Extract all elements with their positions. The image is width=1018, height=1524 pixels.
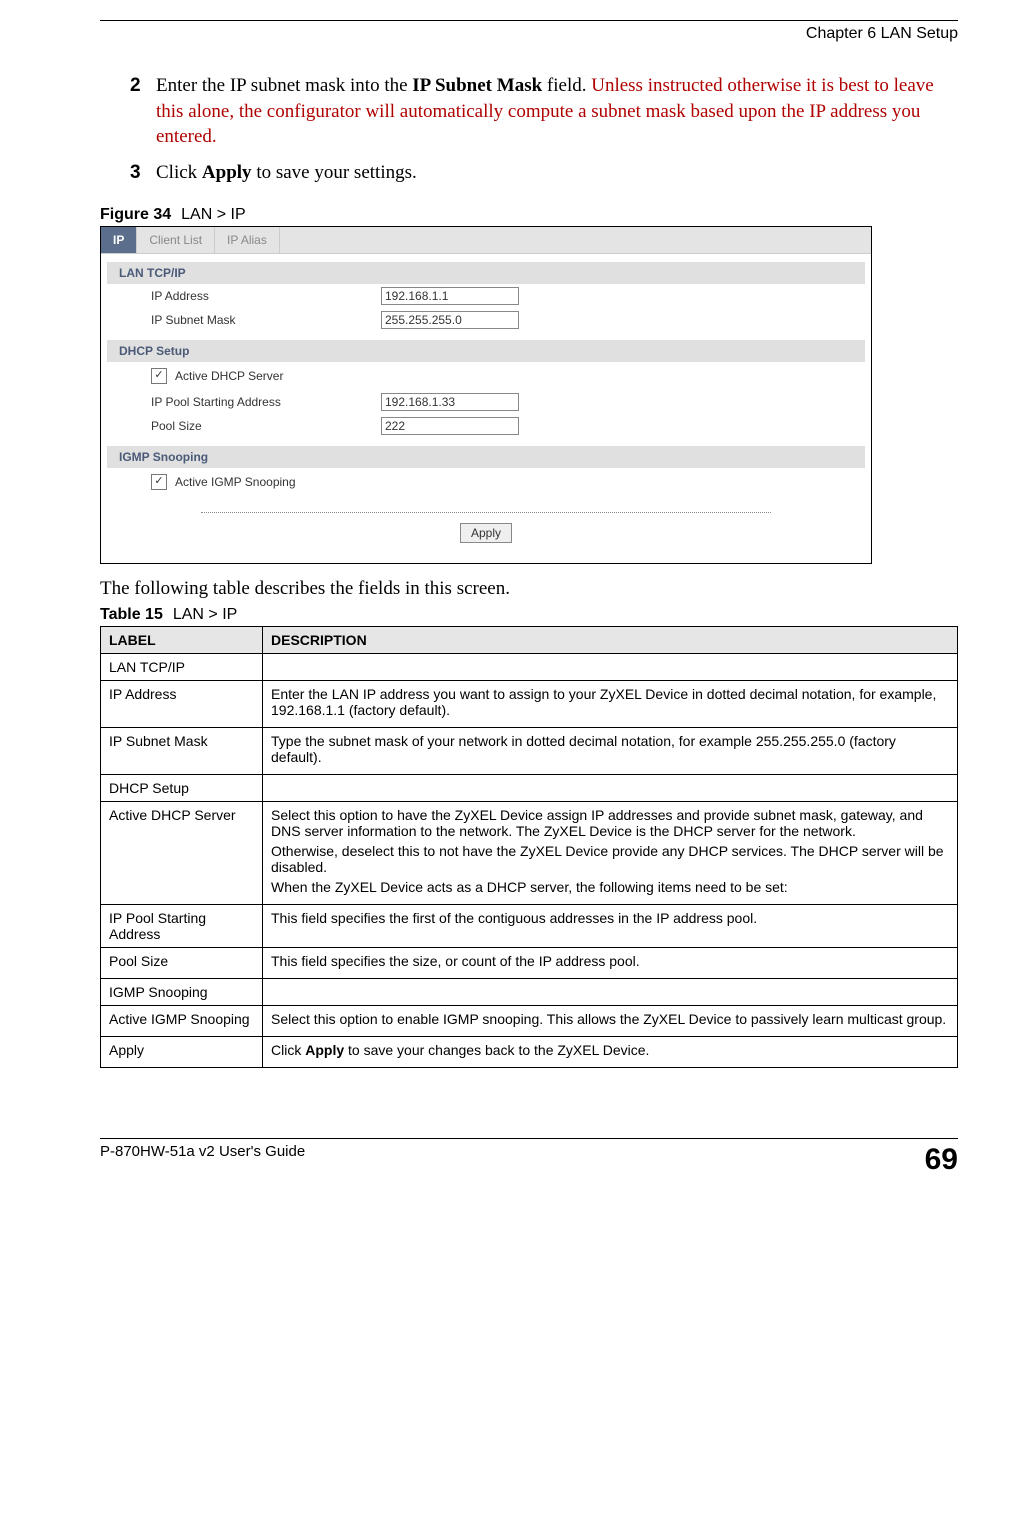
input-ip-subnet-mask[interactable]: 255.255.255.0	[381, 311, 519, 329]
cell-label: Active IGMP Snooping	[101, 1005, 263, 1036]
cell-description: Click Apply to save your changes back to…	[263, 1036, 958, 1067]
tab-bar: IP Client List IP Alias	[101, 227, 871, 254]
input-ip-pool-start[interactable]: 192.168.1.33	[381, 393, 519, 411]
cell-description: Type the subnet mask of your network in …	[263, 727, 958, 774]
table-row: LAN TCP/IP	[101, 653, 958, 680]
cell-description: Select this option to have the ZyXEL Dev…	[263, 801, 958, 904]
table-title: LAN > IP	[173, 606, 237, 623]
apply-button[interactable]: Apply	[460, 523, 512, 543]
step-text-pre: Enter the IP subnet mask into the	[156, 75, 412, 96]
figure-title: LAN > IP	[181, 206, 245, 223]
cell-label: IP Address	[101, 680, 263, 727]
step-text-mid: to save your settings.	[252, 162, 417, 183]
checkbox-active-dhcp[interactable]: ✓	[151, 368, 167, 384]
cell-label: LAN TCP/IP	[101, 653, 263, 680]
table-row: IP AddressEnter the LAN IP address you w…	[101, 680, 958, 727]
step-number: 2	[130, 73, 156, 150]
post-figure-text: The following table describes the fields…	[100, 578, 958, 600]
cell-label: Pool Size	[101, 947, 263, 978]
label-active-dhcp: Active DHCP Server	[175, 369, 283, 383]
footer-page-number: 69	[925, 1143, 958, 1177]
cell-label: IGMP Snooping	[101, 978, 263, 1005]
figure-number: Figure 34	[100, 206, 171, 223]
cell-label: Active DHCP Server	[101, 801, 263, 904]
th-label: LABEL	[101, 626, 263, 653]
cell-description: Enter the LAN IP address you want to ass…	[263, 680, 958, 727]
table-row: ApplyClick Apply to save your changes ba…	[101, 1036, 958, 1067]
cell-label: DHCP Setup	[101, 774, 263, 801]
label-ip-pool-start: IP Pool Starting Address	[151, 395, 381, 409]
table-number: Table 15	[100, 606, 163, 623]
table-row: IP Pool Starting AddressThis field speci…	[101, 904, 958, 947]
step-number: 3	[130, 160, 156, 186]
divider	[201, 512, 771, 513]
input-pool-size[interactable]: 222	[381, 417, 519, 435]
cell-description: This field specifies the first of the co…	[263, 904, 958, 947]
label-ip-address: IP Address	[151, 289, 381, 303]
step-text-mid: field.	[542, 75, 591, 96]
cell-label: Apply	[101, 1036, 263, 1067]
section-lan-tcpip: LAN TCP/IP	[107, 262, 865, 284]
label-active-igmp: Active IGMP Snooping	[175, 475, 296, 489]
checkbox-active-igmp[interactable]: ✓	[151, 474, 167, 490]
tab-client-list[interactable]: Client List	[137, 227, 215, 253]
table-row: IGMP Snooping	[101, 978, 958, 1005]
cell-description: Select this option to enable IGMP snoopi…	[263, 1005, 958, 1036]
figure-caption: Figure 34 LAN > IP	[100, 206, 958, 224]
table-row: Active DHCP ServerSelect this option to …	[101, 801, 958, 904]
tab-ip[interactable]: IP	[101, 227, 137, 253]
table-row: IP Subnet MaskType the subnet mask of yo…	[101, 727, 958, 774]
cell-description	[263, 774, 958, 801]
table-row: Active IGMP SnoopingSelect this option t…	[101, 1005, 958, 1036]
description-table: LABEL DESCRIPTION LAN TCP/IPIP AddressEn…	[100, 626, 958, 1068]
cell-description	[263, 978, 958, 1005]
th-description: DESCRIPTION	[263, 626, 958, 653]
tab-ip-alias[interactable]: IP Alias	[215, 227, 280, 253]
cell-description: This field specifies the size, or count …	[263, 947, 958, 978]
section-dhcp-setup: DHCP Setup	[107, 340, 865, 362]
step-2: 2 Enter the IP subnet mask into the IP S…	[130, 73, 958, 150]
step-3: 3 Click Apply to save your settings.	[130, 160, 958, 186]
table-row: DHCP Setup	[101, 774, 958, 801]
step-text-pre: Click	[156, 162, 202, 183]
chapter-header: Chapter 6 LAN Setup	[100, 25, 958, 43]
step-text-bold: IP Subnet Mask	[412, 75, 542, 96]
input-ip-address[interactable]: 192.168.1.1	[381, 287, 519, 305]
cell-description	[263, 653, 958, 680]
footer-guide-name: P-870HW-51a v2 User's Guide	[100, 1143, 305, 1177]
label-pool-size: Pool Size	[151, 419, 381, 433]
label-ip-subnet-mask: IP Subnet Mask	[151, 313, 381, 327]
step-text-bold: Apply	[202, 162, 252, 183]
section-igmp-snooping: IGMP Snooping	[107, 446, 865, 468]
screenshot-lan-ip: IP Client List IP Alias LAN TCP/IP IP Ad…	[100, 226, 872, 564]
cell-label: IP Subnet Mask	[101, 727, 263, 774]
table-row: Pool SizeThis field specifies the size, …	[101, 947, 958, 978]
cell-label: IP Pool Starting Address	[101, 904, 263, 947]
table-caption: Table 15 LAN > IP	[100, 606, 958, 624]
